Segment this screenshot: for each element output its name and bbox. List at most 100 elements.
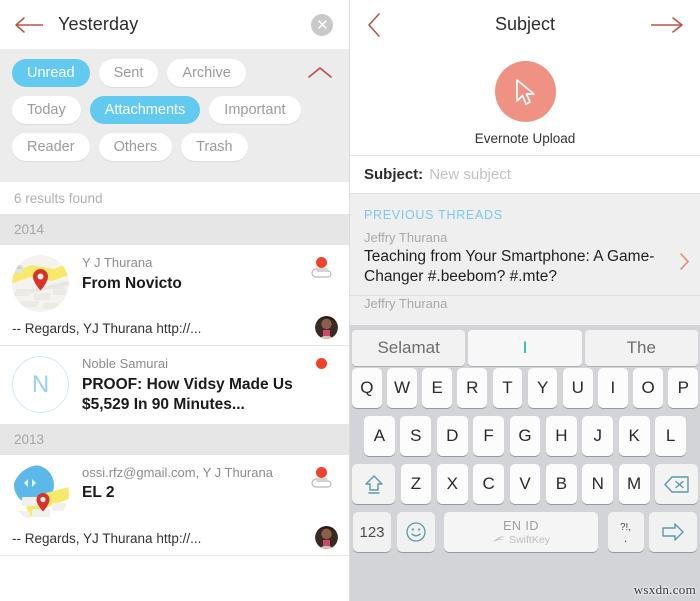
filter-chip-unread[interactable]: Unread [12, 59, 90, 87]
mail-row-top: N Noble Samurai PROOF: How Vidsy Made Us… [12, 356, 337, 415]
backspace-icon[interactable] [655, 464, 699, 504]
mail-subject: From Novicto [82, 274, 182, 292]
year-header-2014: 2014 [0, 215, 349, 245]
filter-row: Today Attachments Important [12, 96, 337, 124]
table-row[interactable]: N Noble Samurai PROOF: How Vidsy Made Us… [0, 346, 349, 425]
watermark: wsxdn.com [633, 582, 696, 597]
filter-chip-trash[interactable]: Trash [181, 133, 248, 161]
onscreen-keyboard: Selamat I The Q W E R T Y U I O P A S D … [350, 325, 700, 601]
key-p[interactable]: P [668, 368, 699, 408]
key-a[interactable]: A [364, 416, 395, 456]
key-f[interactable]: F [473, 416, 505, 456]
filter-chip-archive[interactable]: Archive [167, 59, 246, 87]
attachment-block[interactable]: Evernote Upload [350, 49, 700, 156]
key-e[interactable]: E [422, 368, 452, 408]
thread-item[interactable]: Jeffry Thurana Teaching from Your Smartp… [350, 230, 700, 295]
suggestion-2[interactable]: The [584, 330, 698, 366]
swiftkey-brand: SwiftKey [492, 534, 550, 546]
subject-field[interactable]: Subject: New subject [350, 156, 700, 194]
unread-dot-icon [316, 358, 327, 369]
subject-input[interactable]: New subject [429, 166, 511, 183]
chevron-right-icon[interactable] [679, 252, 690, 271]
key-t[interactable]: T [492, 368, 523, 408]
back-arrow-icon[interactable] [14, 16, 44, 34]
smiley-icon[interactable] [396, 512, 435, 552]
key-h[interactable]: H [545, 416, 577, 456]
forward-arrow-icon[interactable] [650, 15, 684, 35]
filter-chip-important[interactable]: Important [209, 96, 301, 124]
year-header-2013: 2013 [0, 424, 349, 455]
key-b[interactable]: B [545, 464, 577, 504]
table-row[interactable]: ossi.rfz@gmail.com, Y J Thurana EL 2 -- … [0, 454, 349, 556]
key-z[interactable]: Z [400, 464, 432, 504]
filter-chip-sent[interactable]: Sent [98, 59, 159, 87]
page-title: Yesterday [58, 14, 139, 34]
key-q[interactable]: Q [352, 368, 382, 408]
thread-item[interactable]: Jeffry Thurana [350, 295, 700, 321]
suggestion-0[interactable]: Selamat [352, 330, 466, 366]
key-m[interactable]: M [618, 464, 650, 504]
swiftkey-label: SwiftKey [509, 533, 550, 546]
filter-chip-reader[interactable]: Reader [12, 133, 90, 161]
mail-row-text: ossi.rfz@gmail.com, Y J Thurana EL 2 [69, 465, 337, 504]
close-icon[interactable] [311, 13, 333, 36]
key-o[interactable]: O [633, 368, 663, 408]
filter-chip-others[interactable]: Others [98, 133, 173, 161]
mail-subject: PROOF: How Vidsy Made Us $5,529 In 90 Mi… [82, 375, 293, 413]
space-key[interactable]: EN ID SwiftKey [444, 512, 598, 552]
cursor-arrow-icon [494, 61, 556, 122]
mail-row-text: Y J Thurana From Novicto [69, 255, 337, 294]
results-count: 6 results found [0, 182, 349, 215]
filter-chip-today[interactable]: Today [12, 96, 81, 124]
avatar-letter: N [12, 356, 69, 413]
chevron-up-icon[interactable] [307, 65, 333, 79]
enter-arrow-icon[interactable] [649, 512, 697, 552]
key-i[interactable]: I [598, 368, 628, 408]
app-screen: Yesterday Unread Sent Archive Today Atta… [0, 0, 700, 601]
unread-dot-icon [316, 466, 327, 478]
map-thumbnail-blue-icon [12, 464, 69, 522]
punctuation-key[interactable]: ?!, . [607, 512, 644, 552]
left-header: Yesterday [0, 0, 349, 49]
key-x[interactable]: X [436, 464, 468, 504]
key-n[interactable]: N [582, 464, 614, 504]
key-k[interactable]: K [618, 416, 650, 456]
mail-snippet: -- Regards, YJ Thurana http://... [12, 530, 202, 546]
keyboard-row-3: Z X C V B N M [350, 464, 700, 504]
suggestion-1[interactable]: I [468, 330, 582, 366]
map-thumbnail-icon [12, 255, 69, 312]
unread-dot-icon [316, 257, 327, 268]
key-v[interactable]: V [509, 464, 541, 504]
numbers-key[interactable]: 123 [353, 512, 391, 552]
filter-row: Unread Sent Archive [12, 59, 337, 87]
attachment-label: Evernote Upload [474, 131, 576, 146]
compose-pane: Subject Evernote Upload Subject: New sub… [350, 0, 700, 601]
key-d[interactable]: D [436, 416, 468, 456]
key-s[interactable]: S [400, 416, 432, 456]
filter-chip-attachments[interactable]: Attachments [89, 96, 201, 124]
punctuation-bottom: . [623, 530, 628, 545]
mail-row-top: ossi.rfz@gmail.com, Y J Thurana EL 2 [12, 464, 337, 522]
chevron-left-icon[interactable] [366, 12, 382, 38]
mail-sender: Noble Samurai [82, 356, 168, 371]
key-r[interactable]: R [457, 368, 488, 408]
keyboard-row-2: A S D F G H J K L [350, 416, 700, 456]
subject-label: Subject: [364, 166, 424, 183]
swiftkey-logo-icon [493, 536, 506, 542]
key-g[interactable]: G [509, 416, 541, 456]
key-l[interactable]: L [655, 416, 687, 456]
mail-snippet: -- Regards, YJ Thurana http://... [12, 321, 202, 336]
mail-row-meta [311, 257, 335, 280]
key-w[interactable]: W [387, 368, 417, 408]
avatar [315, 316, 338, 339]
table-row[interactable]: Y J Thurana From Novicto -- Regards, YJ … [0, 245, 349, 346]
key-u[interactable]: U [562, 368, 593, 408]
key-j[interactable]: J [582, 416, 614, 456]
shift-up-icon[interactable] [352, 464, 395, 504]
thread-subject: Teaching from Your Smartphone: A Game-Ch… [364, 248, 655, 285]
key-y[interactable]: Y [527, 368, 558, 408]
mail-row-text: Noble Samurai PROOF: How Vidsy Made Us $… [69, 356, 337, 415]
filter-chips-area: Unread Sent Archive Today Attachments Im… [0, 49, 349, 182]
key-c[interactable]: C [473, 464, 505, 504]
space-language-label: EN ID [503, 518, 539, 533]
